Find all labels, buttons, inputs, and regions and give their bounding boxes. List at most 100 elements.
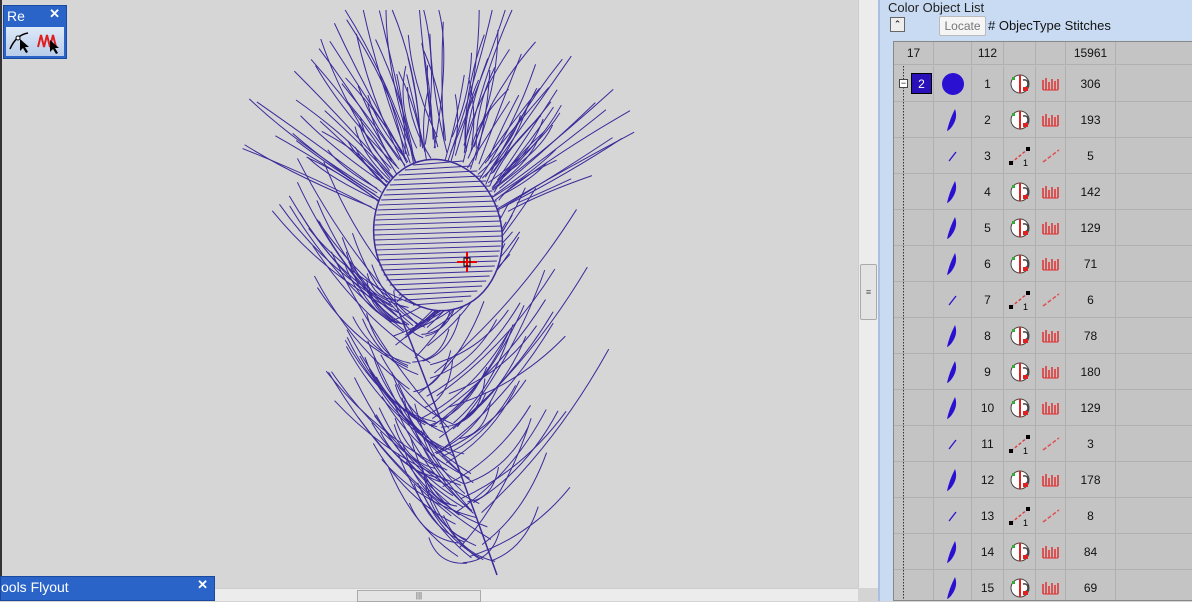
cell [1036, 570, 1066, 600]
horizontal-scroll-thumb[interactable]: ||| [357, 590, 481, 602]
cell: 17 [894, 42, 934, 64]
fill-stitch-type-icon [1041, 329, 1059, 342]
run-stitch-type-icon [1042, 148, 1059, 163]
cell [1004, 42, 1036, 64]
cell [1116, 462, 1192, 497]
cell [1116, 570, 1192, 600]
fill-stitch-type-icon [1041, 113, 1059, 126]
color-swatch-button[interactable]: 2 [911, 73, 932, 94]
object-row[interactable]: 10 129 [894, 390, 1192, 426]
cell [1004, 210, 1036, 245]
svg-text:1: 1 [1023, 446, 1028, 455]
cell: 78 [1066, 318, 1116, 353]
object-thumbnail [934, 282, 972, 317]
cell: 69 [1066, 570, 1116, 600]
object-row[interactable]: 2 193 [894, 102, 1192, 138]
panel-title: Color Object List [888, 0, 985, 15]
cell [1004, 318, 1036, 353]
object-thumbnail [934, 66, 972, 101]
reshape-stitch-tool-icon[interactable] [37, 34, 59, 54]
summary-row[interactable]: 17 112 15961 [894, 42, 1192, 65]
object-row[interactable]: 3 1 5 [894, 138, 1192, 174]
object-row[interactable]: 7 1 6 [894, 282, 1192, 318]
run-object-icon: 1 [1008, 290, 1030, 311]
cell [1036, 318, 1066, 353]
object-thumbnail [934, 246, 972, 281]
object-row[interactable]: 15 69 [894, 570, 1192, 600]
cell: 15961 [1066, 42, 1116, 64]
cell: 112 [972, 42, 1004, 64]
cell [1116, 102, 1192, 137]
flyout-title: ools Flyout [1, 579, 69, 595]
cell [1116, 138, 1192, 173]
fill-object-icon [1010, 362, 1029, 381]
cell: 15 [972, 570, 1004, 600]
tools-flyout: ools Flyout ✕ [0, 576, 215, 601]
cell [894, 246, 934, 281]
object-row[interactable]: 8 78 [894, 318, 1192, 354]
close-icon[interactable]: ✕ [49, 6, 60, 22]
cell: 1 [1004, 138, 1036, 173]
feather-stitch [320, 38, 390, 171]
locate-button[interactable]: Locate [939, 16, 986, 36]
cell: 180 [1066, 354, 1116, 389]
design-canvas[interactable] [0, 0, 858, 588]
cell: 3 [972, 138, 1004, 173]
cell [1116, 390, 1192, 425]
horizontal-scrollbar[interactable]: ||| [215, 588, 858, 602]
object-row[interactable]: 4 142 [894, 174, 1192, 210]
feather-stitch [334, 400, 461, 486]
cell [1004, 534, 1036, 569]
cell [894, 570, 934, 600]
object-row[interactable]: 14 84 [894, 534, 1192, 570]
feather-stitch [424, 360, 454, 408]
svg-text:1: 1 [1023, 302, 1028, 311]
collapse-group-icon[interactable]: − [899, 79, 908, 88]
cell [1004, 246, 1036, 281]
cell [894, 354, 934, 389]
cell [1116, 174, 1192, 209]
cell [894, 462, 934, 497]
object-row[interactable]: 6 71 [894, 246, 1192, 282]
feather-embroidery-design[interactable] [2, 0, 860, 588]
cell [1036, 246, 1066, 281]
object-list-grid[interactable]: 17 112 15961−2 1 306 2 193 3 1 5 4 142 5 129 6 71 7 1 6 8 78… [893, 41, 1192, 601]
color-object-list-panel: Color Object List ⌃ Locate # ObjecType S… [878, 0, 1192, 601]
reshape-flyout: Re ✕ [3, 5, 67, 59]
cell [1116, 354, 1192, 389]
cell [1004, 102, 1036, 137]
column-headers: # ObjecType Stitches [988, 18, 1111, 33]
vertical-scroll-thumb[interactable]: ≡ [860, 264, 877, 320]
cell [1116, 42, 1192, 64]
object-row[interactable]: 13 1 8 [894, 498, 1192, 534]
cell [1036, 102, 1066, 137]
run-stitch-type-icon [1042, 508, 1059, 523]
reshape-node-tool-icon[interactable] [9, 32, 29, 53]
object-thumbnail [934, 570, 972, 600]
cell [894, 210, 934, 245]
cell: 306 [1066, 66, 1116, 101]
close-icon[interactable]: ✕ [197, 577, 208, 593]
cell [1116, 318, 1192, 353]
cell: 71 [1066, 246, 1116, 281]
object-row[interactable]: 11 1 3 [894, 426, 1192, 462]
fill-object-icon [1010, 74, 1029, 93]
object-row[interactable]: −2 1 306 [894, 66, 1192, 102]
collapse-button[interactable]: ⌃ [890, 17, 905, 32]
cell [1004, 570, 1036, 600]
fill-object-icon [1010, 578, 1029, 597]
fill-object-icon [1010, 326, 1029, 345]
feather-stitch [359, 355, 455, 457]
object-thumbnail [934, 462, 972, 497]
object-row[interactable]: 9 180 [894, 354, 1192, 390]
feather-stitch [459, 418, 532, 548]
fill-stitch-type-icon [1041, 545, 1059, 558]
feather-stitch [492, 88, 614, 191]
vertical-scrollbar[interactable]: ≡ [858, 0, 878, 588]
object-row[interactable]: 12 178 [894, 462, 1192, 498]
cell [934, 42, 972, 64]
object-row[interactable]: 5 129 [894, 210, 1192, 246]
cell: 8 [1066, 498, 1116, 533]
cell: 6 [1066, 282, 1116, 317]
cell [1036, 42, 1066, 64]
